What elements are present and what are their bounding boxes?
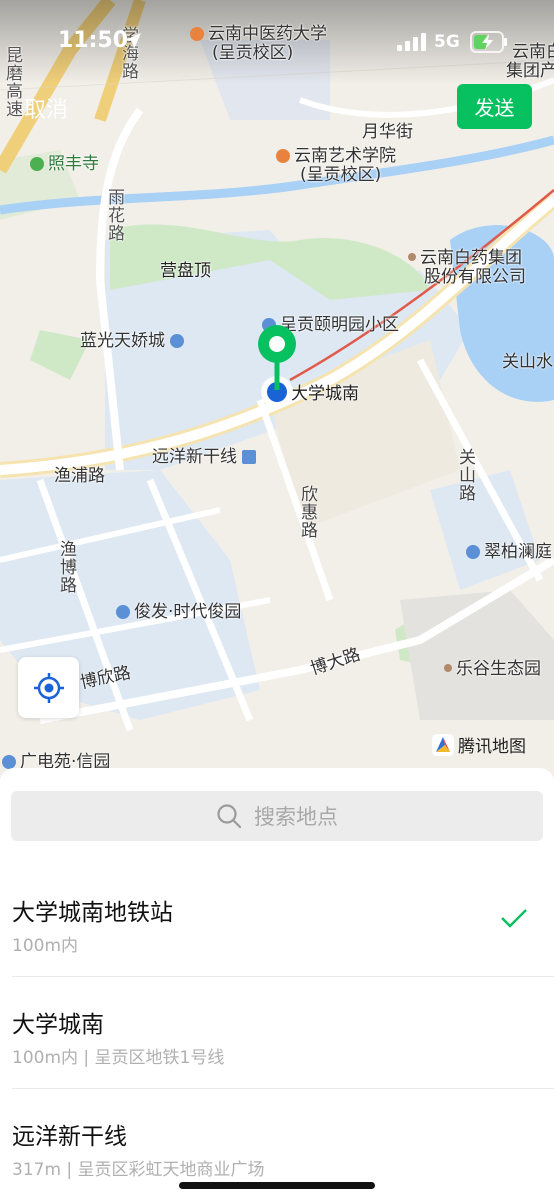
map-label: 俊发·时代俊园 — [116, 602, 241, 622]
map-label: 照丰寺 — [30, 154, 99, 174]
cancel-button[interactable]: 取消 — [24, 92, 68, 124]
search-icon — [217, 804, 242, 829]
battery-charging-icon — [470, 31, 507, 53]
map-label: 股份有限公司 — [424, 267, 526, 287]
place-subtitle: 100m内 | 呈贡区地铁1号线 — [12, 1048, 225, 1068]
send-button[interactable]: 发送 — [457, 84, 532, 129]
map-label: 渔浦路 — [54, 466, 105, 486]
map-brand: 腾讯地图 — [432, 732, 526, 757]
locate-me-button[interactable] — [18, 657, 79, 718]
map-label: 翠柏澜庭 — [466, 542, 552, 562]
map-label: 蓝光天娇城 — [80, 331, 188, 351]
results-sheet: 搜索地点 大学城南地铁站 100m内 大学城南 100m内 | 呈贡区地铁1号线… — [0, 768, 554, 1200]
status-time: 11:50 — [58, 28, 129, 53]
place-name: 大学城南 — [12, 1012, 104, 1038]
place-subtitle: 100m内 — [12, 936, 79, 956]
map-label: 关山路 — [455, 448, 475, 502]
map-label: 云南艺术学院 — [276, 146, 396, 166]
list-item[interactable]: 大学城南地铁站 100m内 — [0, 865, 554, 977]
search-input[interactable]: 搜索地点 — [11, 791, 543, 841]
map-label: 营盘顶 — [160, 261, 211, 281]
map-label: 云南中医药大学 — [190, 24, 327, 44]
network-type: 5G — [434, 32, 460, 52]
map-label: (呈贡校区) — [212, 43, 294, 63]
location-arrow-icon — [125, 33, 141, 49]
map-label: 渔博路 — [56, 540, 76, 594]
map-label: 欣惠路 — [297, 485, 317, 539]
place-name: 大学城南地铁站 — [12, 900, 173, 926]
list-item[interactable]: 大学城南 100m内 | 呈贡区地铁1号线 — [0, 977, 554, 1089]
signal-icon — [397, 33, 426, 51]
map-label: 云南白 — [512, 42, 554, 62]
map-label: 云南白药集团 — [408, 248, 522, 268]
map-label: 关山水 — [502, 352, 553, 372]
crosshair-icon — [33, 672, 64, 703]
map-label: 集团产 — [506, 61, 554, 81]
map-label: 月华街 — [362, 122, 413, 142]
home-indicator — [179, 1182, 375, 1189]
map-label: (呈贡校区) — [300, 165, 382, 185]
tencent-map-logo-icon — [432, 733, 454, 756]
map-label: 雨花路 — [104, 188, 124, 242]
place-name: 远洋新干线 — [12, 1124, 127, 1150]
checkmark-icon — [501, 909, 527, 928]
place-subtitle: 317m | 呈贡区彩虹天地商业广场 — [12, 1160, 265, 1180]
search-placeholder: 搜索地点 — [254, 805, 338, 829]
map-label: 乐谷生态园 — [444, 659, 541, 679]
map-label: 昆磨高速 — [2, 46, 22, 118]
map-label: 远洋新干线 — [152, 447, 260, 467]
location-pin — [251, 324, 303, 414]
